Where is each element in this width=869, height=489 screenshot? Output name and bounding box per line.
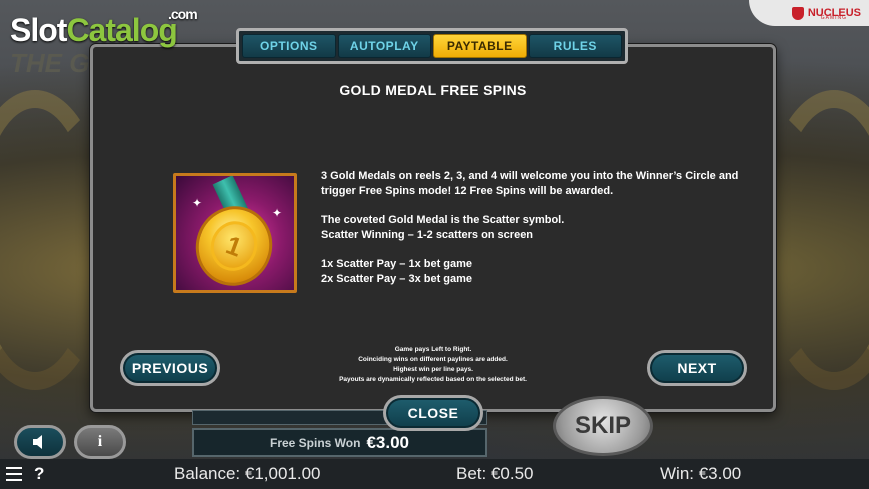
tab-options[interactable]: OPTIONS (242, 34, 336, 58)
free-spins-won-panel: Free Spins Won €3.00 (192, 428, 487, 457)
gold-medal-icon: 1 (184, 195, 284, 290)
paytable-paragraph: The coveted Gold Medal is the Scatter sy… (321, 213, 761, 242)
menu-tabs: OPTIONS AUTOPLAY PAYTABLE RULES (236, 28, 628, 64)
gold-medal-symbol: 1 ✦ ✦ (173, 173, 297, 293)
status-bar: ? Balance: €1,001.00 Bet: €0.50 Win: €3.… (0, 459, 869, 489)
slotcatalog-watermark: SlotCatalog .com (10, 6, 198, 49)
skip-button[interactable]: SKIP (553, 396, 653, 456)
tab-rules[interactable]: RULES (528, 34, 622, 58)
paytable-title: GOLD MEDAL FREE SPINS (339, 82, 527, 98)
watermark-catalog: Catalog (66, 12, 177, 48)
scatter-pays: 1x Scatter Pay – 1x bet game 2x Scatter … (321, 257, 761, 286)
provider-shield-icon (791, 6, 804, 20)
info-button[interactable]: i (74, 425, 126, 459)
free-spins-won-value: €3.00 (366, 432, 409, 452)
next-button[interactable]: NEXT (647, 350, 747, 386)
provider-subtitle: GAMING (820, 15, 847, 21)
win-display: Win: €3.00 (660, 464, 742, 483)
watermark-slot: Slot (10, 12, 67, 48)
hamburger-menu-icon[interactable] (6, 467, 22, 481)
sparkle-icon: ✦ (192, 196, 203, 210)
scatter-pay-2: 2x Scatter Pay – 3x bet game (321, 272, 473, 285)
tab-paytable[interactable]: PAYTABLE (433, 34, 527, 58)
paytable-paragraph: 3 Gold Medals on reels 2, 3, and 4 will … (321, 170, 739, 197)
scatter-description: The coveted Gold Medal is the Scatter sy… (321, 214, 565, 227)
help-icon[interactable]: ? (34, 464, 44, 484)
provider-logo: NUCLEUS GAMING (749, 0, 869, 26)
paytable-description: 3 Gold Medals on reels 2, 3, and 4 will … (321, 169, 761, 302)
close-button[interactable]: CLOSE (383, 395, 483, 431)
scatter-pay-1: 1x Scatter Pay – 1x bet game (321, 258, 473, 271)
sparkle-icon: ✦ (272, 206, 283, 220)
free-spins-won-label: Free Spins Won (269, 435, 361, 450)
tab-autoplay[interactable]: AUTOPLAY (337, 34, 431, 58)
medal-face: 1 (203, 214, 265, 278)
previous-button[interactable]: PREVIOUS (120, 350, 220, 386)
sound-button[interactable] (14, 425, 66, 459)
bet-display: Bet: €0.50 (456, 464, 534, 483)
watermark-com: .com (168, 6, 198, 22)
balance-display: Balance: €1,001.00 (174, 464, 321, 483)
speaker-icon (33, 435, 42, 449)
scatter-winning: Scatter Winning – 1-2 scatters on screen (321, 228, 534, 241)
